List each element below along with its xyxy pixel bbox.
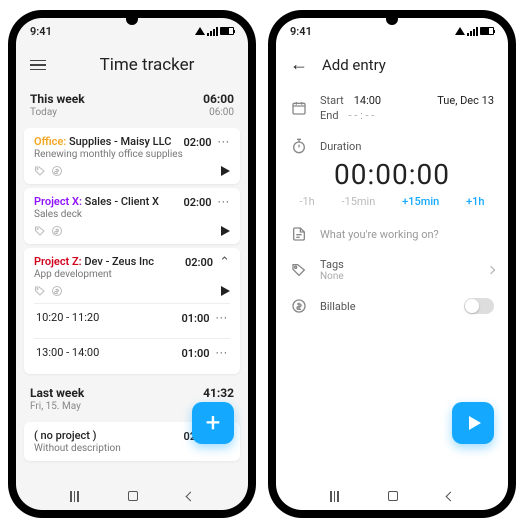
adj-minus-1h[interactable]: -1h <box>299 195 314 208</box>
stopwatch-icon <box>291 138 307 154</box>
tags-row[interactable]: Tags None <box>276 250 508 290</box>
page-title: Add entry <box>322 56 386 74</box>
page-title: Time tracker <box>60 55 234 75</box>
more-icon[interactable]: ··· <box>216 346 228 360</box>
billable-toggle[interactable] <box>464 298 494 314</box>
no-project-label: ( no project ) <box>34 429 121 442</box>
sub-range: 13:00 - 14:00 <box>36 346 99 360</box>
section-this-week: This week <box>30 92 85 106</box>
duration-label: Duration <box>320 140 361 153</box>
tags-label: Tags <box>320 258 476 271</box>
sub-dur: 01:00 <box>181 312 209 325</box>
entry-desc: Renewing monthly office supplies <box>34 149 183 160</box>
day-label: Fri, 15. May <box>30 401 81 412</box>
chevron-up-icon[interactable]: ⌃ <box>219 255 230 270</box>
tags-value: None <box>320 271 476 282</box>
duration-value[interactable]: 00:00:00 <box>276 154 508 193</box>
start-timer-fab[interactable] <box>452 402 494 444</box>
end-label: End <box>320 109 339 122</box>
entry-duration: 02:00 <box>185 256 213 269</box>
billable-icon <box>51 225 63 237</box>
entry-desc: App development <box>34 269 154 280</box>
task-name: Supplies - Maisy LLC <box>66 135 171 148</box>
calendar-icon <box>291 100 307 116</box>
section-last-week: Last week <box>30 386 84 400</box>
system-nav <box>276 482 508 510</box>
billable-icon <box>51 165 63 177</box>
billable-row[interactable]: Billable <box>276 290 508 322</box>
entry-desc: Without description <box>34 443 121 454</box>
system-nav <box>16 482 248 510</box>
this-week-total: 06:00 <box>203 92 234 106</box>
clock: 9:41 <box>290 25 312 38</box>
recent-apps-button[interactable] <box>330 491 339 502</box>
back-button[interactable] <box>445 491 455 501</box>
last-week-total: 41:32 <box>203 386 234 400</box>
battery-icon <box>480 27 494 35</box>
more-icon[interactable]: ··· <box>218 195 230 209</box>
recent-apps-button[interactable] <box>70 491 79 502</box>
billable-icon <box>291 298 307 314</box>
time-entry-expanded[interactable]: Project Z: Dev - Zeus Inc App developmen… <box>24 248 240 374</box>
task-name: Sales - Client X <box>82 195 159 208</box>
adj-minus-15m[interactable]: -15min <box>342 195 376 208</box>
more-icon[interactable]: ··· <box>218 135 230 149</box>
sub-entry[interactable]: 13:00 - 14:00 01:00 ··· <box>34 338 230 367</box>
sub-range: 10:20 - 11:20 <box>36 311 99 325</box>
signal-icon <box>467 27 478 36</box>
signal-icon <box>207 27 218 36</box>
app-bar: ← Add entry <box>276 44 508 86</box>
tag-icon <box>291 262 307 278</box>
time-entry[interactable]: Office: Supplies - Maisy LLC Renewing mo… <box>24 128 240 184</box>
description-placeholder: What you're working on? <box>320 228 439 241</box>
home-button[interactable] <box>388 491 398 501</box>
back-button[interactable] <box>185 491 195 501</box>
menu-icon[interactable] <box>30 60 46 71</box>
adj-plus-15m[interactable]: +15min <box>402 195 439 208</box>
duration-row: Duration <box>276 130 508 154</box>
project-name: Project X: <box>34 195 82 208</box>
sub-entry[interactable]: 10:20 - 11:20 01:00 ··· <box>34 303 230 332</box>
end-value: - - : - - <box>349 109 375 122</box>
back-icon[interactable]: ← <box>290 56 308 74</box>
play-icon[interactable] <box>221 226 230 236</box>
play-icon <box>469 416 481 430</box>
tag-icon <box>34 285 46 297</box>
more-icon[interactable]: ··· <box>216 311 228 325</box>
start-end-row[interactable]: Start 14:00 Tue, Dec 13 End - - : - - <box>276 86 508 130</box>
battery-icon <box>220 27 234 35</box>
sub-dur: 01:00 <box>181 347 209 360</box>
today-label: Today <box>30 107 57 118</box>
billable-label: Billable <box>320 300 356 313</box>
project-name: Project Z: <box>34 255 82 268</box>
start-date: Tue, Dec 13 <box>437 94 494 107</box>
task-name: Dev - Zeus Inc <box>82 255 154 268</box>
entry-duration: 02:00 <box>183 196 211 209</box>
entry-duration: 02:00 <box>183 136 211 149</box>
adj-plus-1h[interactable]: +1h <box>466 195 484 208</box>
entry-desc: Sales deck <box>34 209 159 220</box>
description-row[interactable]: What you're working on? <box>276 218 508 250</box>
tag-icon <box>34 165 46 177</box>
start-label: Start <box>320 94 344 107</box>
tag-icon <box>34 225 46 237</box>
wifi-icon <box>195 27 205 35</box>
project-name: Office: <box>34 135 66 148</box>
start-value: 14:00 <box>354 94 381 107</box>
play-icon[interactable] <box>221 166 230 176</box>
billable-icon <box>51 285 63 297</box>
chevron-right-icon <box>487 266 495 274</box>
wifi-icon <box>455 27 465 35</box>
note-icon <box>291 226 307 242</box>
app-bar: Time tracker <box>16 44 248 86</box>
time-entry[interactable]: Project X: Sales - Client X Sales deck 0… <box>24 188 240 244</box>
today-total: 06:00 <box>209 107 234 118</box>
play-icon[interactable] <box>221 286 230 296</box>
add-entry-fab[interactable]: + <box>192 402 234 444</box>
clock: 9:41 <box>30 25 52 38</box>
home-button[interactable] <box>128 491 138 501</box>
